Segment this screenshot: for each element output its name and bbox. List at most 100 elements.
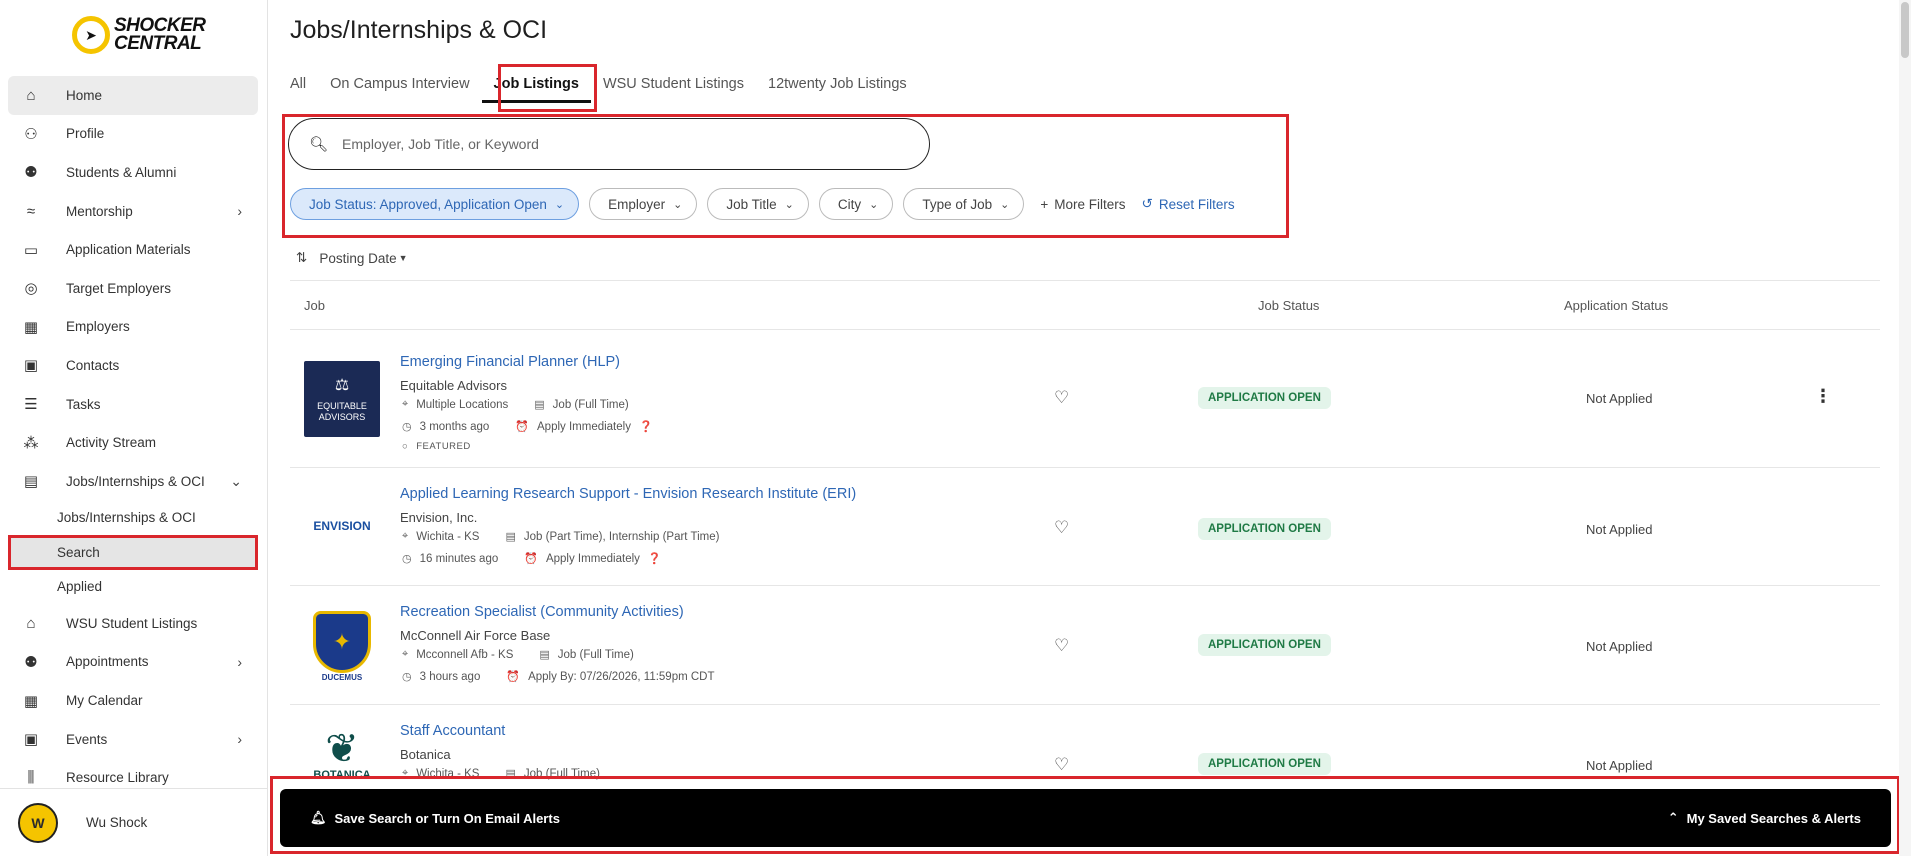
sidebar-item-profile[interactable]: ⚇ Profile	[8, 115, 258, 154]
user-menu[interactable]: W Wu Shock	[0, 788, 268, 856]
alarm-icon: ⏰	[506, 671, 521, 683]
tab-all[interactable]: All	[278, 68, 318, 103]
column-job-status: Job Status	[1258, 298, 1320, 313]
employer-name: Botanica	[400, 747, 451, 762]
sidebar-item-label: Contacts	[66, 357, 120, 373]
search-input[interactable]	[342, 136, 903, 152]
job-title-link[interactable]: Recreation Specialist (Community Activit…	[400, 604, 684, 620]
user-name: Wu Shock	[86, 815, 148, 830]
search-bar[interactable]: 🔍︎	[288, 118, 930, 170]
favorite-heart-icon[interactable]: ♡	[1054, 388, 1069, 408]
sidebar-item-label: WSU Student Listings	[66, 615, 198, 631]
application-status: Not Applied	[1586, 391, 1653, 406]
sidebar-item-label: Tasks	[66, 396, 101, 412]
job-row[interactable]: ✦ DUCEMUS Recreation Specialist (Communi…	[290, 586, 1880, 705]
more-filters-button[interactable]: + More Filters	[1040, 197, 1125, 212]
job-title-link[interactable]: Emerging Financial Planner (HLP)	[400, 354, 620, 370]
job-title-link[interactable]: Applied Learning Research Support - Envi…	[400, 486, 856, 502]
sidebar-item-events[interactable]: ▣ Events ›	[8, 720, 258, 759]
sidebar-item-home[interactable]: ⌂ Home	[8, 76, 258, 115]
apply-info: Apply Immediately	[537, 420, 631, 433]
library-icon: ⫼	[27, 769, 35, 787]
sidebar-item-appointments[interactable]: ⚉ Appointments ›	[8, 643, 258, 682]
help-icon[interactable]: ❓	[648, 552, 662, 565]
status-badge: APPLICATION OPEN	[1198, 387, 1331, 409]
appointments-icon: ⚉	[24, 653, 38, 671]
sidebar-item-label: Home	[66, 87, 103, 103]
sidebar-item-my-calendar[interactable]: ▦ My Calendar	[8, 681, 258, 720]
sidebar-item-target-employers[interactable]: ◎ Target Employers	[8, 269, 258, 308]
my-saved-searches-button[interactable]: ⌃ My Saved Searches & Alerts	[1668, 810, 1861, 826]
scrollbar[interactable]	[1899, 0, 1911, 856]
campus-icon: ⌂	[26, 614, 36, 632]
job-row[interactable]: ⚖ EQUITABLE ADVISORS Emerging Financial …	[290, 330, 1880, 468]
sidebar-item-label: Activity Stream	[66, 435, 157, 451]
location-pin-icon: ⌖	[402, 530, 409, 542]
briefcase-icon: ▤	[23, 473, 39, 491]
favorite-heart-icon[interactable]: ♡	[1054, 636, 1069, 656]
filter-employer[interactable]: Employer ⌄	[589, 188, 698, 220]
featured-circle-icon: ○	[402, 441, 409, 452]
job-meta: ⌖ Multiple Locations ▤ Job (Full Time)	[402, 398, 629, 411]
activity-icon: ⁂	[23, 434, 39, 452]
sidebar-item-tasks[interactable]: ☰ Tasks	[8, 385, 258, 424]
filter-job-status[interactable]: Job Status: Approved, Application Open ⌄	[290, 188, 580, 220]
location-pin-icon: ⌖	[402, 398, 409, 410]
favorite-heart-icon[interactable]: ♡	[1054, 518, 1069, 538]
target-icon: ◎	[24, 280, 38, 298]
tab-wsu-student-listings[interactable]: WSU Student Listings	[591, 68, 756, 103]
save-search-button[interactable]: 🔔︎ Save Search or Turn On Email Alerts	[310, 810, 560, 826]
sidebar: ➤ SHOCKER CENTRAL ⌂ Home ⚇ Profile ⚉ Stu…	[0, 0, 268, 856]
favorite-heart-icon[interactable]: ♡	[1054, 755, 1069, 775]
briefcase-icon: ▤	[505, 531, 516, 543]
sidebar-item-jobs[interactable]: ▤ Jobs/Internships & OCI ⌄	[8, 462, 258, 501]
sidebar-item-wsu-student-listings[interactable]: ⌂ WSU Student Listings	[8, 604, 258, 643]
sidebar-item-students-alumni[interactable]: ⚉ Students & Alumni	[8, 153, 258, 192]
filter-type-of-job[interactable]: Type of Job ⌄	[903, 188, 1025, 220]
sidebar-item-application-materials[interactable]: ▭ Application Materials	[8, 230, 258, 269]
sort-control[interactable]: ⇅ Posting Date ▼	[296, 250, 408, 266]
chevron-right-icon: ›	[237, 653, 242, 670]
botanica-flower-icon: ❦	[325, 727, 359, 771]
sidebar-item-label: My Calendar	[66, 693, 143, 709]
apply-info: Apply Immediately	[545, 552, 640, 565]
sidebar-item-contacts[interactable]: ▣ Contacts	[8, 346, 258, 385]
application-status: Not Applied	[1586, 522, 1653, 537]
equitable-logo-icon: ⚖	[334, 377, 350, 394]
sidebar-item-activity-stream[interactable]: ⁂ Activity Stream	[8, 423, 258, 462]
folder-icon: ▭	[23, 241, 39, 259]
more-options-icon[interactable]: ⋮	[1814, 386, 1832, 407]
clock-icon: ◷	[402, 421, 412, 433]
scrollbar-thumb[interactable]	[1901, 2, 1909, 58]
sidebar-item-label: Jobs/Internships & OCI	[66, 473, 205, 489]
people-icon: ⚉	[24, 164, 38, 182]
job-type: Job (Full Time)	[557, 648, 634, 661]
filter-city[interactable]: City ⌄	[818, 188, 894, 220]
help-icon[interactable]: ❓	[639, 420, 653, 433]
saved-search-bar: 🔔︎ Save Search or Turn On Email Alerts ⌃…	[280, 789, 1891, 847]
job-title-link[interactable]: Staff Accountant	[400, 723, 505, 739]
main-content: Jobs/Internships & OCI All On Campus Int…	[268, 0, 1911, 856]
tab-on-campus-interview[interactable]: On Campus Interview	[318, 68, 481, 103]
clock-icon: ◷	[402, 671, 412, 683]
tab-12twenty-job-listings[interactable]: 12twenty Job Listings	[756, 68, 919, 103]
sidebar-subitem-search[interactable]: Search	[8, 535, 258, 570]
logo[interactable]: ➤ SHOCKER CENTRAL	[72, 16, 206, 54]
job-location: Wichita - KS	[416, 530, 480, 543]
page-title: Jobs/Internships & OCI	[290, 16, 548, 44]
filter-job-title[interactable]: Job Title ⌄	[707, 188, 809, 220]
reset-filters-button[interactable]: ↺ Reset Filters	[1142, 196, 1235, 212]
crest-icon: ✦	[313, 610, 371, 673]
job-row[interactable]: ENVISION Applied Learning Research Suppo…	[290, 468, 1880, 586]
sidebar-subitem-applied[interactable]: Applied	[8, 570, 258, 605]
shocker-logo-icon: ➤	[72, 16, 110, 54]
sidebar-item-employers[interactable]: ▦ Employers	[8, 308, 258, 347]
bell-icon: 🔔︎	[310, 810, 327, 825]
sidebar-subitem-jobs[interactable]: Jobs/Internships & OCI	[8, 501, 258, 536]
sidebar-item-mentorship[interactable]: ≈ Mentorship ›	[8, 192, 258, 231]
employer-logo: ENVISION	[304, 516, 380, 536]
logo-line2: CENTRAL	[114, 33, 202, 54]
chevron-down-icon: ⌄	[869, 198, 879, 211]
employer-logo: ⚖ EQUITABLE ADVISORS	[304, 361, 380, 437]
filter-label: City	[837, 196, 862, 212]
